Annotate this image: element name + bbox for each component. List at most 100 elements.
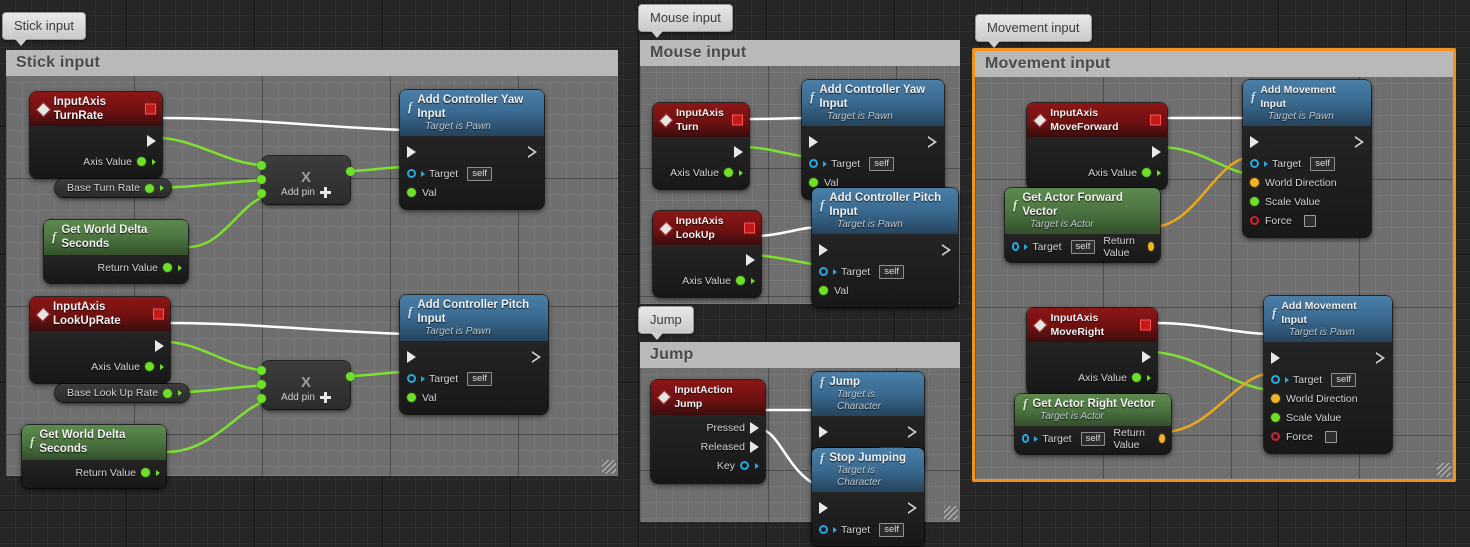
node-base-look-up-rate[interactable]: Base Look Up Rate — [55, 384, 190, 402]
comment-header[interactable]: Mouse input — [640, 40, 960, 66]
pin-row-exec-out[interactable] — [1027, 346, 1157, 368]
node-add-controller-yaw-input-1[interactable]: f Add Controller Yaw Input Target is Paw… — [400, 90, 544, 209]
exec-output-pin-released[interactable] — [750, 440, 759, 453]
stop-icon[interactable] — [1140, 319, 1151, 331]
pin-row-target[interactable]: Target self — [1243, 154, 1371, 173]
pin-row-axis-value[interactable]: Axis Value — [1027, 163, 1167, 182]
stop-icon[interactable] — [732, 114, 743, 126]
float-output-pin[interactable] — [144, 183, 154, 193]
pin-row-target-return[interactable]: Target self Return Value — [1005, 235, 1160, 259]
pin-row-exec-out[interactable] — [653, 141, 749, 163]
exec-output-pin[interactable] — [1142, 351, 1151, 363]
pin-row-axis-value[interactable]: Axis Value — [653, 271, 761, 290]
float-input-pin[interactable] — [809, 178, 818, 187]
object-input-pin[interactable] — [407, 374, 416, 383]
pin-row-released[interactable]: Released — [651, 437, 765, 456]
node-add-controller-pitch-input-2[interactable]: f Add Controller Pitch Input Target is P… — [812, 188, 958, 307]
comment-header[interactable]: Stick input — [6, 50, 618, 76]
stop-icon[interactable] — [1150, 114, 1161, 126]
node-inputaxis-lookup[interactable]: InputAxis LookUp Axis Value — [653, 211, 761, 297]
exec-input-pin[interactable] — [407, 351, 416, 363]
float-output-pin[interactable] — [736, 276, 745, 285]
exec-output-pin[interactable] — [1376, 352, 1385, 364]
key-output-pin[interactable] — [740, 461, 749, 470]
resize-handle[interactable] — [1437, 463, 1451, 477]
exec-output-pin[interactable] — [1355, 136, 1364, 148]
float-input-pin[interactable] — [1250, 197, 1259, 206]
exec-input-pin[interactable] — [819, 244, 828, 256]
object-input-pin[interactable] — [1271, 375, 1280, 384]
exec-output-pin[interactable] — [942, 244, 951, 256]
input-pin-a[interactable] — [257, 366, 266, 375]
pin-row-exec[interactable] — [812, 420, 924, 444]
exec-input-pin[interactable] — [819, 502, 828, 514]
target-value[interactable]: self — [879, 522, 904, 537]
node-inputaction-jump[interactable]: InputAction Jump Pressed Released Key — [651, 380, 765, 483]
pin-row-axis-value[interactable]: Axis Value — [1027, 368, 1157, 387]
node-inputaxis-turnrate[interactable]: InputAxis TurnRate Axis Value — [30, 92, 162, 178]
object-input-pin[interactable] — [1022, 434, 1030, 443]
node-add-movement-input-2[interactable]: f Add Movement Input Target is Pawn Targ… — [1264, 296, 1392, 453]
pin-row-target[interactable]: Target self — [1264, 370, 1392, 389]
output-pin[interactable] — [346, 167, 355, 176]
node-add-controller-yaw-input-2[interactable]: f Add Controller Yaw Input Target is Paw… — [802, 80, 944, 199]
exec-output-pin[interactable] — [928, 136, 937, 148]
pin-row-force[interactable]: Force — [1264, 427, 1392, 446]
pin-row-world-direction[interactable]: World Direction — [1264, 389, 1392, 408]
pin-row-val[interactable]: Val — [400, 183, 544, 202]
vector-output-pin[interactable] — [1158, 434, 1165, 443]
pin-row-target[interactable]: Target self — [812, 262, 958, 281]
exec-output-pin[interactable] — [1152, 146, 1161, 158]
target-value[interactable]: self — [467, 371, 492, 386]
pin-row-axis-value[interactable]: Axis Value — [30, 357, 170, 376]
input-pin-a[interactable] — [257, 161, 266, 170]
target-value[interactable]: self — [1310, 156, 1335, 171]
pin-row-return-value[interactable]: Return Value — [44, 258, 188, 277]
vector-output-pin[interactable] — [1147, 242, 1155, 251]
pin-row-target[interactable]: Target self — [400, 164, 544, 183]
node-add-movement-input-1[interactable]: f Add Movement Input Target is Pawn Targ… — [1243, 80, 1371, 237]
float-input-pin[interactable] — [407, 393, 416, 402]
float-input-pin[interactable] — [819, 286, 828, 295]
exec-output-pin[interactable] — [532, 351, 541, 363]
pin-row-val[interactable]: Val — [400, 388, 548, 407]
object-input-pin[interactable] — [407, 169, 416, 178]
pin-row-exec-out[interactable] — [30, 130, 162, 152]
exec-output-pin[interactable] — [734, 146, 743, 158]
vector-input-pin[interactable] — [1271, 394, 1280, 403]
node-get-actor-right-vector[interactable]: f Get Actor Right Vector Target is Actor… — [1015, 394, 1171, 454]
target-value[interactable]: self — [869, 156, 894, 171]
bool-input-pin[interactable] — [1250, 216, 1259, 225]
exec-input-pin[interactable] — [809, 136, 818, 148]
pin-row-exec-out[interactable] — [1027, 141, 1167, 163]
pin-row-exec[interactable] — [400, 140, 544, 164]
target-value[interactable]: self — [467, 166, 492, 181]
input-pin-c[interactable] — [257, 394, 266, 403]
float-output-pin[interactable] — [141, 468, 150, 477]
float-input-pin[interactable] — [1271, 413, 1280, 422]
float-output-pin[interactable] — [145, 362, 154, 371]
pin-row-scale-value[interactable]: Scale Value — [1243, 192, 1371, 211]
comment-header[interactable]: Jump — [640, 342, 960, 368]
stop-icon[interactable] — [153, 308, 164, 320]
target-value[interactable]: self — [1080, 431, 1106, 446]
exec-output-pin[interactable] — [908, 426, 917, 438]
plus-icon[interactable] — [319, 392, 331, 403]
output-pin[interactable] — [346, 372, 355, 381]
pin-row-exec[interactable] — [802, 130, 944, 154]
object-input-pin[interactable] — [819, 525, 828, 534]
target-value[interactable]: self — [1331, 372, 1356, 387]
add-pin-row[interactable]: Add pin — [262, 185, 350, 198]
input-pin-b[interactable] — [257, 380, 266, 389]
input-pin-b[interactable] — [257, 175, 266, 184]
pin-row-exec[interactable] — [400, 345, 548, 369]
pin-row-target[interactable]: Target self — [400, 369, 548, 388]
pin-row-target[interactable]: Target self — [812, 520, 924, 539]
pin-row-val[interactable]: Val — [812, 281, 958, 300]
pin-row-exec[interactable] — [812, 496, 924, 520]
object-input-pin[interactable] — [809, 159, 818, 168]
float-output-pin[interactable] — [163, 388, 173, 398]
node-inputaxis-moveright[interactable]: InputAxis MoveRight Axis Value — [1027, 308, 1157, 394]
target-value[interactable]: self — [1070, 239, 1096, 254]
vector-input-pin[interactable] — [1250, 178, 1259, 187]
